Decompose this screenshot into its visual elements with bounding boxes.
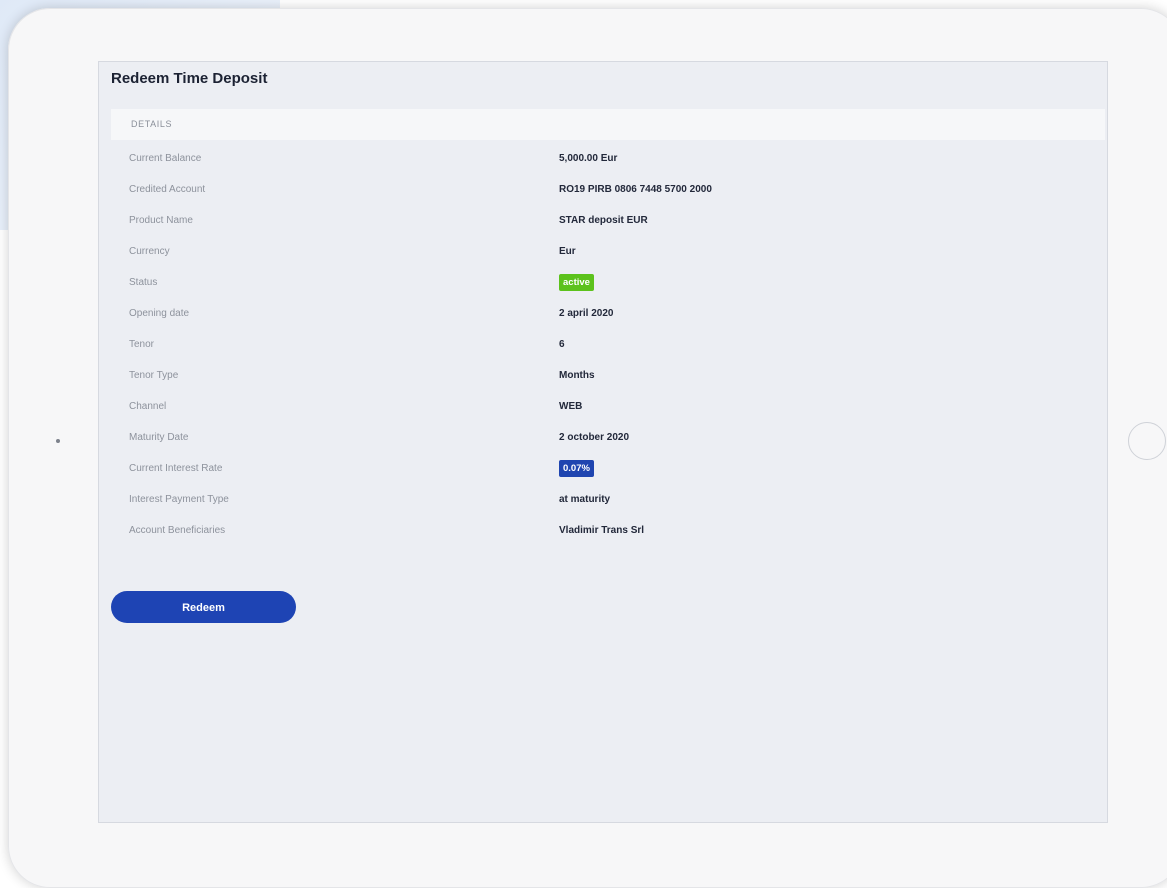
detail-row-current-balance: Current Balance 5,000.00 Eur	[129, 149, 1029, 180]
detail-value: 0.07%	[559, 459, 594, 479]
detail-label: Current Balance	[129, 153, 202, 164]
detail-row-product-name: Product Name STAR deposit EUR	[129, 211, 1029, 242]
status-badge: active	[559, 274, 594, 291]
detail-row-credited-account: Credited Account RO19 PIRB 0806 7448 570…	[129, 180, 1029, 211]
detail-value: Vladimir Trans Srl	[559, 525, 645, 536]
detail-row-interest-rate: Current Interest Rate 0.07%	[129, 459, 1029, 490]
detail-value: at maturity	[559, 494, 611, 505]
tablet-frame: Redeem Time Deposit DETAILS Current Bala…	[8, 8, 1167, 888]
detail-value: WEB	[559, 401, 583, 412]
detail-row-status: Status active	[129, 273, 1029, 304]
detail-value: RO19 PIRB 0806 7448 5700 2000	[559, 184, 712, 195]
detail-value: Months	[559, 370, 595, 381]
detail-label: Credited Account	[129, 184, 206, 195]
detail-label: Currency	[129, 246, 170, 257]
detail-value: 5,000.00 Eur	[559, 153, 618, 164]
detail-value: 2 april 2020	[559, 308, 614, 319]
detail-row-account-beneficiaries: Account Beneficiaries Vladimir Trans Srl	[129, 521, 1029, 552]
detail-value: STAR deposit EUR	[559, 215, 648, 226]
detail-label: Product Name	[129, 215, 193, 226]
detail-label: Opening date	[129, 308, 190, 319]
page-title: Redeem Time Deposit	[111, 70, 268, 87]
detail-value: 2 october 2020	[559, 432, 630, 443]
app-screen: Redeem Time Deposit DETAILS Current Bala…	[98, 61, 1108, 823]
interest-rate-badge: 0.07%	[559, 460, 594, 477]
camera-icon	[56, 439, 60, 443]
redeem-button[interactable]: Redeem	[111, 591, 296, 623]
home-button[interactable]	[1128, 422, 1166, 460]
detail-row-tenor-type: Tenor Type Months	[129, 366, 1029, 397]
detail-label: Current Interest Rate	[129, 463, 223, 474]
detail-value: Eur	[559, 246, 576, 257]
detail-label: Tenor	[129, 339, 155, 350]
detail-row-tenor: Tenor 6	[129, 335, 1029, 366]
detail-row-maturity-date: Maturity Date 2 october 2020	[129, 428, 1029, 459]
detail-row-channel: Channel WEB	[129, 397, 1029, 428]
detail-label: Channel	[129, 401, 167, 412]
details-list: Current Balance 5,000.00 Eur Credited Ac…	[129, 149, 1029, 552]
detail-label: Account Beneficiaries	[129, 525, 226, 536]
detail-label: Tenor Type	[129, 370, 179, 381]
detail-value: 6	[559, 339, 565, 350]
detail-label: Status	[129, 277, 158, 288]
detail-row-interest-payment-type: Interest Payment Type at maturity	[129, 490, 1029, 521]
detail-label: Maturity Date	[129, 432, 189, 443]
detail-label: Interest Payment Type	[129, 494, 229, 505]
detail-value: active	[559, 273, 594, 293]
detail-row-currency: Currency Eur	[129, 242, 1029, 273]
details-section-header: DETAILS	[111, 109, 1105, 140]
detail-row-opening-date: Opening date 2 april 2020	[129, 304, 1029, 335]
